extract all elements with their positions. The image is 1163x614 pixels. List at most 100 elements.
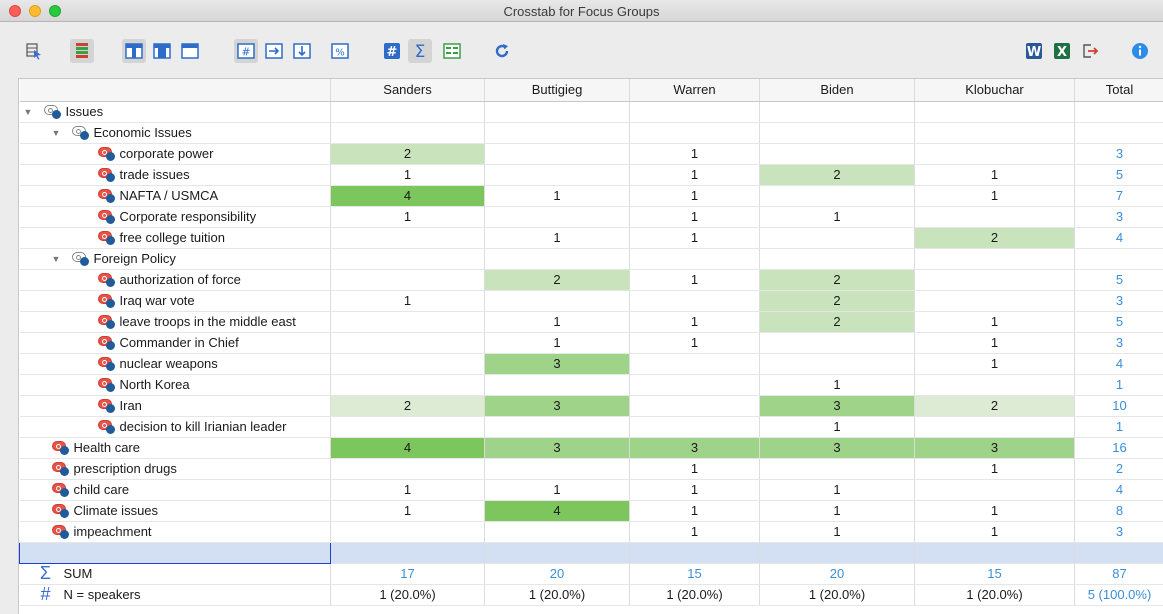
count-cell[interactable]: 1	[629, 164, 760, 186]
count-cell[interactable]: 1	[914, 332, 1075, 354]
count-cell[interactable]: 1	[759, 416, 915, 438]
row-total-cell[interactable]	[1074, 122, 1163, 144]
count-cell[interactable]: 3	[484, 353, 630, 375]
count-cell[interactable]: 1	[629, 332, 760, 354]
count-cell[interactable]: 1	[484, 227, 630, 249]
count-cell[interactable]	[484, 164, 630, 186]
layout-center-icon[interactable]	[150, 39, 174, 63]
count-cell[interactable]	[330, 416, 485, 438]
count-cell[interactable]: 1	[914, 521, 1075, 543]
count-cell[interactable]	[330, 122, 485, 144]
hash-icon[interactable]: #	[380, 39, 404, 63]
count-cell[interactable]	[629, 416, 760, 438]
export-arrow-icon[interactable]	[1078, 39, 1102, 63]
row-total-cell[interactable]: 4	[1074, 479, 1163, 501]
count-cell[interactable]: 2	[759, 164, 915, 186]
expand-triangle-icon[interactable]: ▼	[52, 128, 62, 138]
count-cell[interactable]: 3	[759, 395, 915, 417]
count-cell[interactable]	[484, 290, 630, 312]
row-label-cell[interactable]: North Korea	[19, 374, 331, 396]
table-row[interactable]: leave troops in the middle east 1 1 2 1 5	[19, 311, 1163, 333]
count-cell[interactable]	[914, 269, 1075, 291]
row-total-cell[interactable]: 1	[1074, 416, 1163, 438]
count-cell[interactable]: 1	[914, 164, 1075, 186]
count-cell[interactable]: 1	[484, 479, 630, 501]
count-cell[interactable]	[330, 353, 485, 375]
count-cell[interactable]: 1	[629, 206, 760, 228]
count-cell[interactable]	[629, 353, 760, 375]
table-row[interactable]: North Korea 1 1	[19, 374, 1163, 396]
count-cell[interactable]	[914, 290, 1075, 312]
empty-cell[interactable]	[629, 542, 760, 564]
row-total-cell[interactable]: 5	[1074, 269, 1163, 291]
expand-triangle-icon[interactable]: ▼	[24, 107, 34, 117]
count-cell[interactable]: 1	[629, 500, 760, 522]
count-cell[interactable]: 3	[914, 437, 1075, 459]
count-cell[interactable]: 2	[330, 395, 485, 417]
count-cell[interactable]	[629, 290, 760, 312]
count-cell[interactable]	[330, 269, 485, 291]
stacked-bars-icon[interactable]	[70, 39, 94, 63]
table-row[interactable]: ▼ Issues	[19, 101, 1163, 123]
count-cell[interactable]	[484, 206, 630, 228]
row-label-cell[interactable]: authorization of force	[19, 269, 331, 291]
count-cell[interactable]: 1	[759, 206, 915, 228]
row-total-cell[interactable]: 1	[1074, 374, 1163, 396]
table-row[interactable]: corporate power 2 1 3	[19, 143, 1163, 165]
count-cell[interactable]	[330, 101, 485, 123]
count-cell[interactable]	[330, 227, 485, 249]
empty-cell[interactable]	[914, 542, 1075, 564]
row-label-cell[interactable]: ▼ Foreign Policy	[19, 248, 331, 270]
count-cell[interactable]	[914, 248, 1075, 270]
column-header[interactable]: Total	[1074, 79, 1163, 102]
count-cell[interactable]: 1	[759, 374, 915, 396]
row-total-cell[interactable]: 3	[1074, 521, 1163, 543]
row-total-cell[interactable]: 5	[1074, 164, 1163, 186]
row-total-cell[interactable]: 8	[1074, 500, 1163, 522]
row-label-cell[interactable]: nuclear weapons	[19, 353, 331, 375]
count-cell[interactable]: 2	[759, 269, 915, 291]
count-cell[interactable]	[484, 416, 630, 438]
row-total-cell[interactable]	[1074, 101, 1163, 123]
row-total-cell[interactable]: 3	[1074, 206, 1163, 228]
count-cell[interactable]: 1	[914, 458, 1075, 480]
count-cell[interactable]	[484, 374, 630, 396]
table-row[interactable]: ▼ Economic Issues	[19, 122, 1163, 144]
layout-top-icon[interactable]	[122, 39, 146, 63]
info-icon[interactable]	[1128, 39, 1152, 63]
count-cell[interactable]	[759, 332, 915, 354]
row-total-cell[interactable]: 5	[1074, 311, 1163, 333]
row-label-cell[interactable]: Iraq war vote	[19, 290, 331, 312]
count-cell[interactable]: 1	[629, 185, 760, 207]
count-cell[interactable]	[914, 374, 1075, 396]
count-cell[interactable]: 1	[330, 290, 485, 312]
count-cell[interactable]	[629, 122, 760, 144]
count-cell[interactable]: 2	[330, 143, 485, 165]
count-cell[interactable]	[330, 458, 485, 480]
row-total-cell[interactable]: 2	[1074, 458, 1163, 480]
table-row[interactable]: free college tuition 1 1 2 4	[19, 227, 1163, 249]
table-row[interactable]: Iran 2 3 3 2 10	[19, 395, 1163, 417]
count-cell[interactable]	[629, 374, 760, 396]
column-header[interactable]: Biden	[759, 79, 915, 102]
row-label-cell[interactable]: decision to kill Irianian leader	[19, 416, 331, 438]
count-cell[interactable]: 1	[914, 185, 1075, 207]
percent-box-icon[interactable]: %	[328, 39, 352, 63]
table-row[interactable]: Corporate responsibility 1 1 1 3	[19, 206, 1163, 228]
cursor-select-icon[interactable]	[22, 39, 46, 63]
count-cell[interactable]: 1	[759, 500, 915, 522]
table-row[interactable]: prescription drugs 1 1 2	[19, 458, 1163, 480]
count-cell[interactable]	[629, 248, 760, 270]
expand-triangle-icon[interactable]: ▼	[52, 254, 62, 264]
count-cell[interactable]: 1	[914, 353, 1075, 375]
row-label-cell[interactable]: NAFTA / USMCA	[19, 185, 331, 207]
count-cell[interactable]: 2	[914, 227, 1075, 249]
arrow-down-box-icon[interactable]	[290, 39, 314, 63]
hash-box-icon[interactable]: #	[234, 39, 258, 63]
count-cell[interactable]	[484, 101, 630, 123]
selected-empty-row[interactable]	[19, 541, 1163, 564]
table-row[interactable]: authorization of force 2 1 2 5	[19, 269, 1163, 291]
count-cell[interactable]: 1	[759, 521, 915, 543]
count-cell[interactable]	[759, 458, 915, 480]
count-cell[interactable]	[914, 479, 1075, 501]
